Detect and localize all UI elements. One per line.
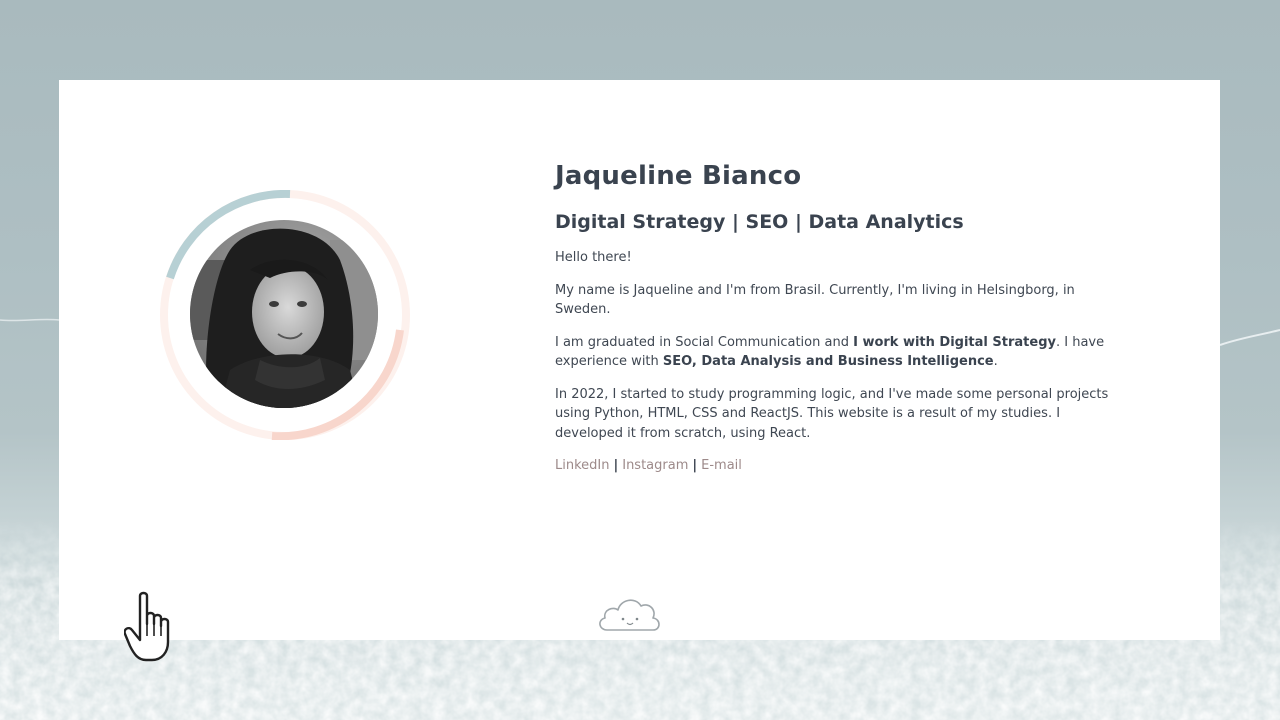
avatar: [160, 190, 410, 440]
cloud-icon[interactable]: [595, 592, 665, 638]
work-text: I am graduated in Social Communication a…: [555, 333, 1115, 372]
link-separator: |: [613, 458, 619, 473]
studies-text: In 2022, I started to study programming …: [555, 386, 1109, 441]
work-text-bold-skills: SEO, Data Analysis and Business Intellig…: [662, 354, 994, 369]
greeting-text: Hello there!: [555, 250, 632, 265]
profile-photo: [190, 220, 378, 408]
link-separator: |: [692, 458, 698, 473]
work-text-suffix: .: [993, 354, 998, 369]
linkedin-link[interactable]: LinkedIn: [555, 458, 609, 473]
profile-role: Digital Strategy | SEO | Data Analytics: [555, 211, 964, 233]
social-links: LinkedIn | Instagram | E-mail: [555, 456, 1115, 476]
intro-text: My name is Jaqueline and I'm from Brasil…: [555, 282, 1075, 318]
hand-pointer-icon: [123, 590, 182, 668]
profile-name: Jaqueline Bianco: [555, 161, 802, 191]
email-link[interactable]: E-mail: [701, 458, 742, 473]
profile-content: Jaqueline Bianco Digital Strategy | SEO …: [555, 154, 1115, 476]
work-text-prefix: I am graduated in Social Communication a…: [555, 334, 854, 350]
instagram-link[interactable]: Instagram: [622, 458, 688, 473]
work-text-bold: I work with Digital Strategy: [853, 334, 1056, 350]
profile-card: Jaqueline Bianco Digital Strategy | SEO …: [59, 80, 1220, 640]
